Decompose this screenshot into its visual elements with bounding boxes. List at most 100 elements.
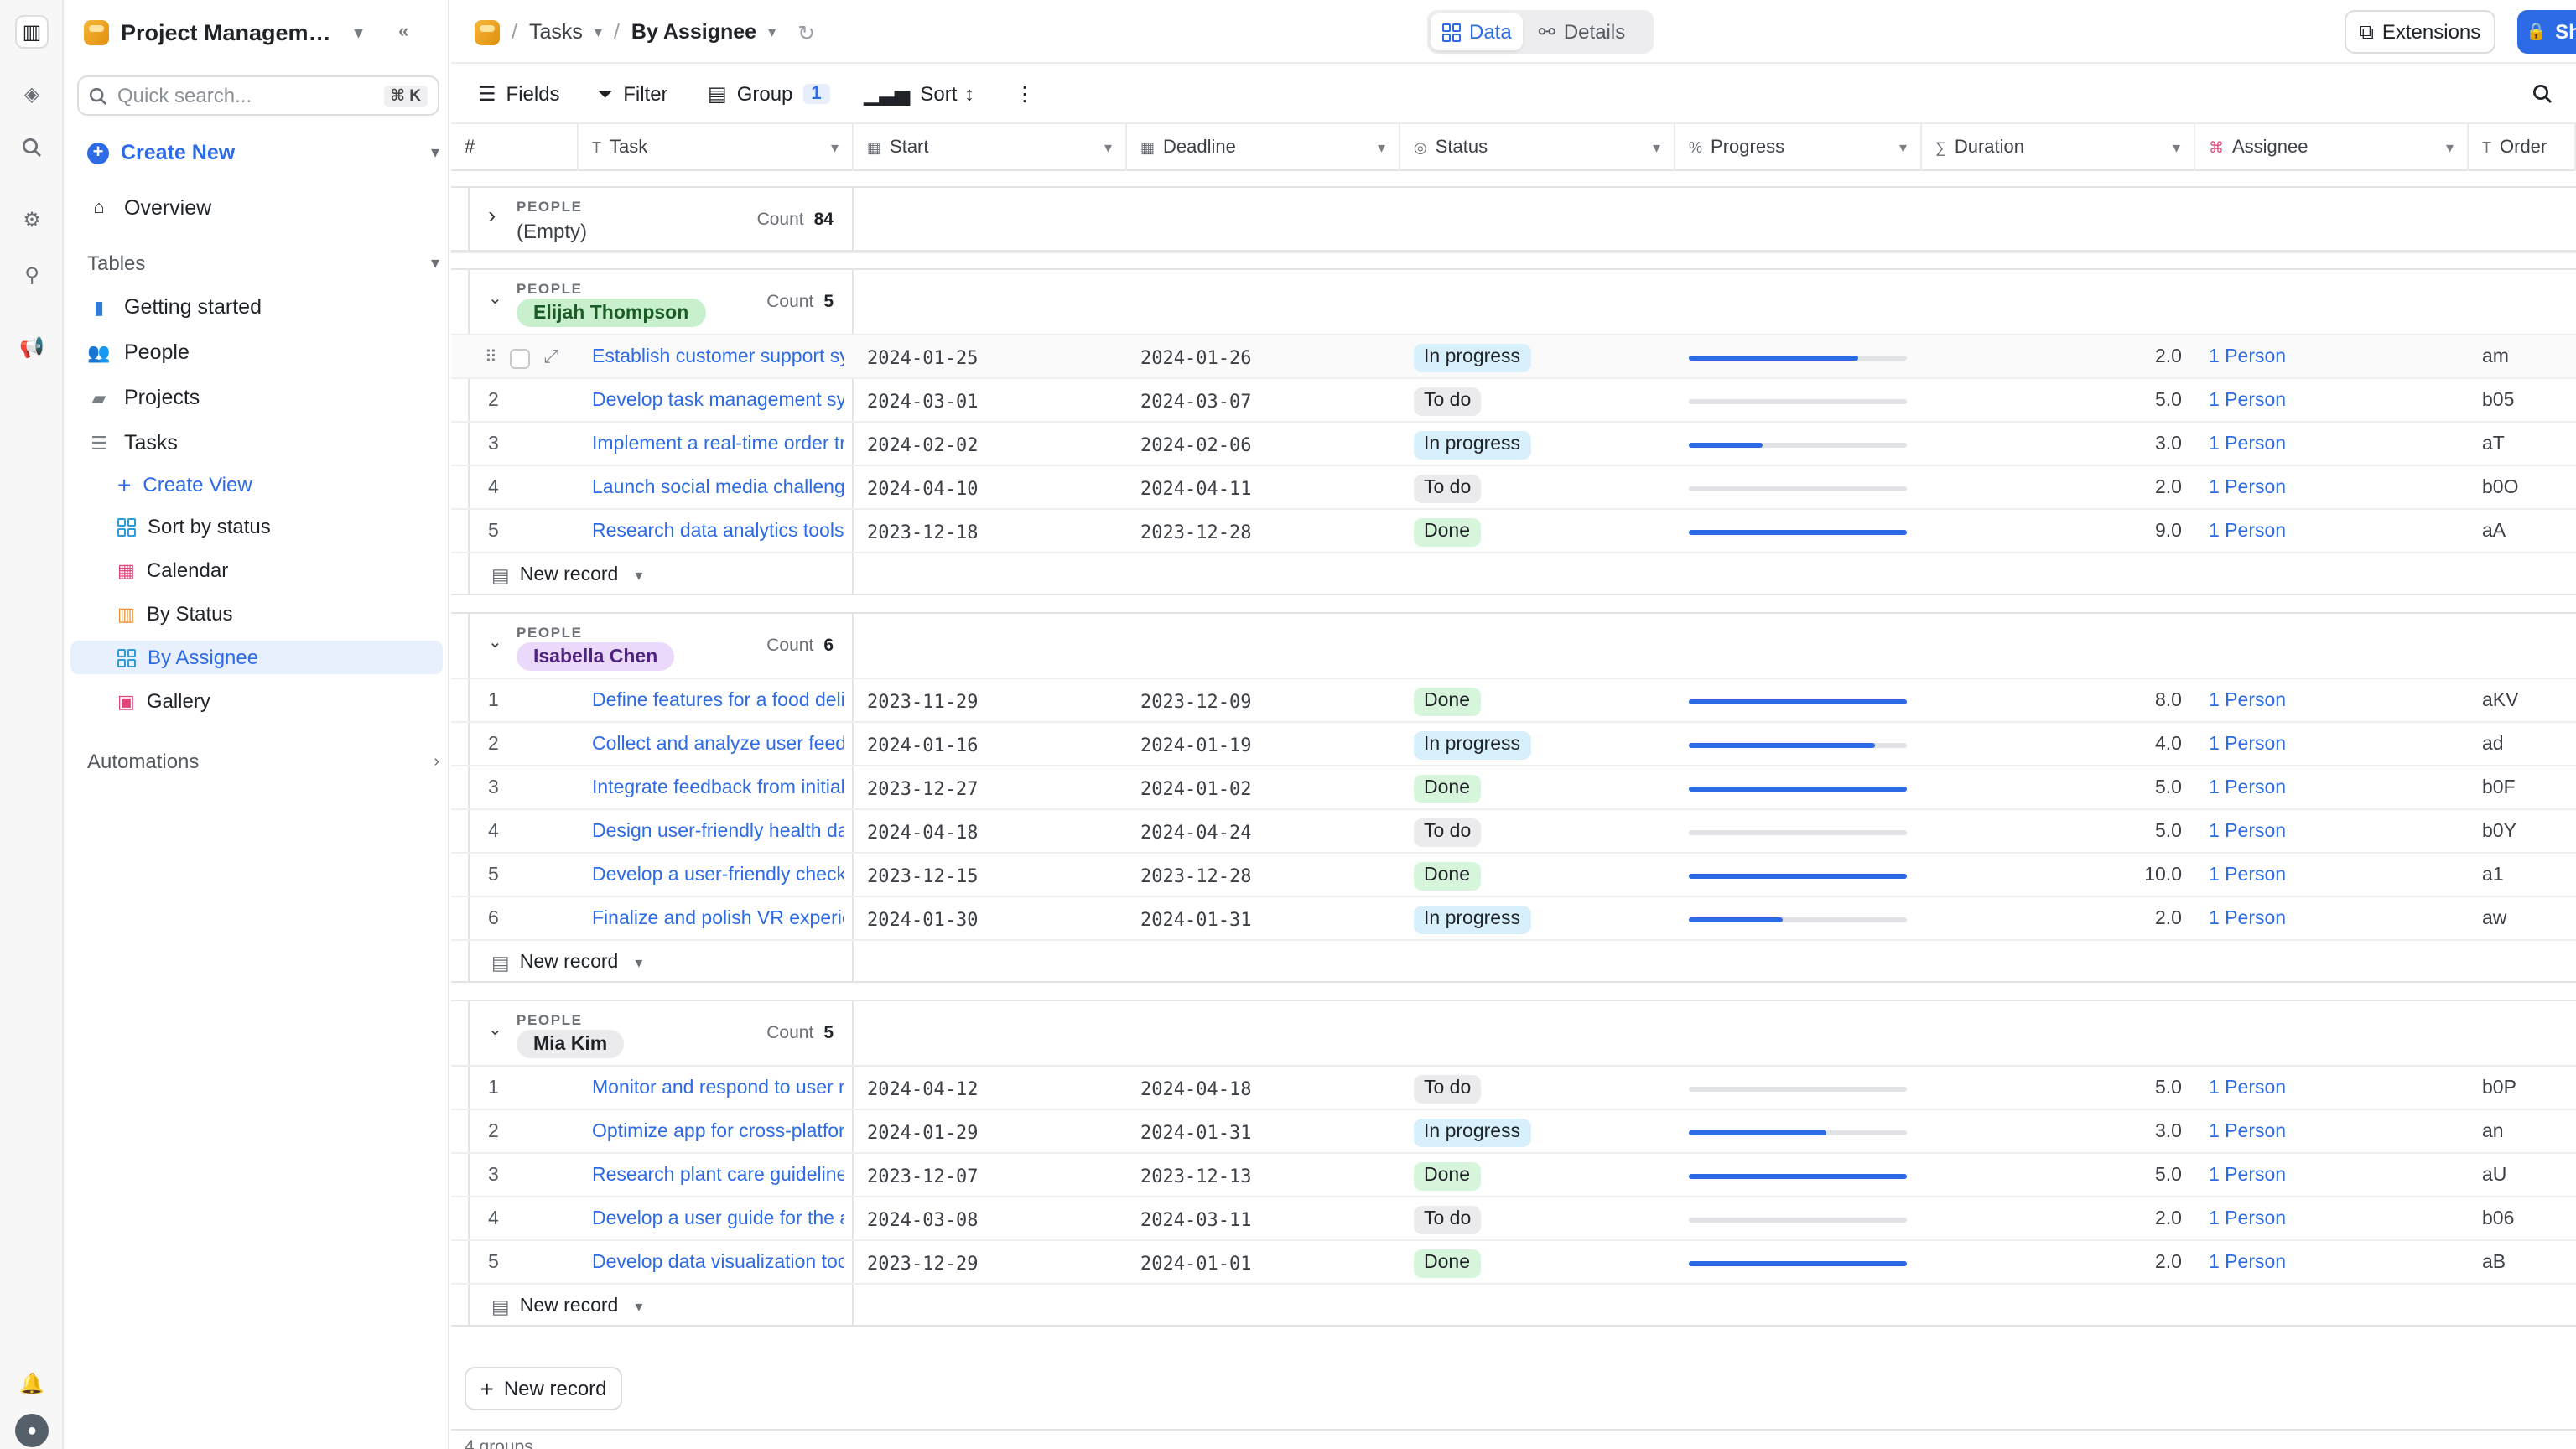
chevron-down-icon[interactable]: ▾ (635, 953, 642, 972)
deadline-cell[interactable]: 2024-04-11 (1140, 466, 1392, 510)
task-cell[interactable]: Establish customer support system (592, 335, 844, 379)
chevron-down-icon[interactable]: ⌄ (488, 290, 502, 309)
megaphone-icon[interactable]: 📢 (15, 330, 49, 364)
deadline-cell[interactable]: 2023-12-28 (1140, 854, 1392, 897)
status-cell[interactable]: Done (1414, 1241, 1665, 1285)
group-header[interactable]: ⌄ PEOPLE Isabella Chen Count 6 (451, 614, 2576, 679)
gear-icon[interactable]: ⚙ (15, 203, 49, 236)
progress-cell[interactable] (1689, 423, 1907, 466)
status-cell[interactable]: To do (1414, 810, 1665, 854)
status-cell[interactable]: To do (1414, 1067, 1665, 1110)
tab-data[interactable]: Data (1431, 13, 1524, 50)
refresh-icon[interactable]: ↻ (797, 19, 815, 44)
progress-cell[interactable] (1689, 1110, 1907, 1154)
order-cell[interactable]: aA (2482, 510, 2566, 553)
chevron-down-icon[interactable]: ▾ (595, 23, 602, 41)
duration-cell[interactable]: 2.0 (1927, 1197, 2182, 1241)
task-cell[interactable]: Design user-friendly health dashboard (592, 810, 844, 854)
column-header-status[interactable]: ◎ Status ▾ (1400, 124, 1675, 171)
table-row[interactable]: 5 Develop a user-friendly checkout 2023-12… (451, 854, 2576, 897)
column-header-duration[interactable]: ∑ Duration ▾ (1922, 124, 2195, 171)
order-cell[interactable]: aKV (2482, 679, 2566, 723)
progress-cell[interactable] (1689, 679, 1907, 723)
tab-details[interactable]: ⚯ Details (1527, 13, 1638, 50)
filter-button[interactable]: ⏷ Filter (597, 79, 668, 109)
task-cell[interactable]: Develop task management system (592, 379, 844, 423)
order-cell[interactable]: b0F (2482, 766, 2566, 810)
column-header-order[interactable]: T Order (2469, 124, 2576, 171)
assignee-cell[interactable]: 1 Person (2209, 854, 2460, 897)
progress-cell[interactable] (1689, 510, 1907, 553)
progress-cell[interactable] (1689, 723, 1907, 766)
progress-cell[interactable] (1689, 335, 1907, 379)
deadline-cell[interactable]: 2023-12-09 (1140, 679, 1392, 723)
start-date-cell[interactable]: 2024-04-10 (867, 466, 1119, 510)
progress-cell[interactable] (1689, 810, 1907, 854)
chevron-down-icon[interactable]: ▾ (431, 254, 439, 273)
assignee-cell[interactable]: 1 Person (2209, 810, 2460, 854)
duration-cell[interactable]: 5.0 (1927, 379, 2182, 423)
assignee-cell[interactable]: 1 Person (2209, 679, 2460, 723)
order-cell[interactable]: b0P (2482, 1067, 2566, 1110)
chevron-down-icon[interactable]: ▾ (431, 143, 439, 162)
order-cell[interactable]: b06 (2482, 1197, 2566, 1241)
start-date-cell[interactable]: 2024-04-12 (867, 1067, 1119, 1110)
more-options-button[interactable]: ⋮ (1015, 79, 1035, 109)
table-row[interactable]: 2 Collect and analyze user feedback 2024-0… (451, 723, 2576, 766)
progress-cell[interactable] (1689, 897, 1907, 941)
duration-cell[interactable]: 5.0 (1927, 810, 2182, 854)
assignee-cell[interactable]: 1 Person (2209, 1110, 2460, 1154)
start-date-cell[interactable]: 2024-01-29 (867, 1110, 1119, 1154)
order-cell[interactable]: b05 (2482, 379, 2566, 423)
duration-cell[interactable]: 9.0 (1927, 510, 2182, 553)
progress-cell[interactable] (1689, 1067, 1907, 1110)
order-cell[interactable]: ad (2482, 723, 2566, 766)
order-cell[interactable]: am (2482, 335, 2566, 379)
chevron-down-icon[interactable]: ▾ (635, 566, 642, 584)
chevron-down-icon[interactable]: ▾ (635, 1297, 642, 1316)
assignee-cell[interactable]: 1 Person (2209, 1197, 2460, 1241)
duration-cell[interactable]: 5.0 (1927, 766, 2182, 810)
duration-cell[interactable]: 10.0 (1927, 854, 2182, 897)
table-row[interactable]: 2 Develop task management system 2024-03-0… (451, 379, 2576, 423)
duration-cell[interactable]: 5.0 (1927, 1067, 2182, 1110)
start-date-cell[interactable]: 2023-12-29 (867, 1241, 1119, 1285)
assignee-cell[interactable]: 1 Person (2209, 897, 2460, 941)
start-date-cell[interactable]: 2024-04-18 (867, 810, 1119, 854)
duration-cell[interactable]: 3.0 (1927, 1110, 2182, 1154)
start-date-cell[interactable]: 2023-12-27 (867, 766, 1119, 810)
deadline-cell[interactable]: 2024-01-19 (1140, 723, 1392, 766)
task-cell[interactable]: Integrate feedback from initial users (592, 766, 844, 810)
view-sort-by-status[interactable]: Sort by status (117, 510, 271, 543)
new-record-button[interactable]: + New record (465, 1367, 622, 1410)
status-cell[interactable]: To do (1414, 1197, 1665, 1241)
order-cell[interactable]: a1 (2482, 854, 2566, 897)
status-cell[interactable]: Done (1414, 510, 1665, 553)
task-cell[interactable]: Define features for a food delivery app (592, 679, 844, 723)
table-item-projects[interactable]: ▰ Projects (87, 381, 200, 414)
table-item-tasks[interactable]: ☰ Tasks (87, 426, 178, 460)
extensions-button[interactable]: ⧉ Extensions (2345, 10, 2496, 54)
create-new-button[interactable]: + Create New ▾ (87, 138, 439, 168)
group-button[interactable]: ▤ Group 1 (708, 79, 830, 109)
chevron-down-icon[interactable]: ▾ (1378, 138, 1385, 157)
order-cell[interactable]: aT (2482, 423, 2566, 466)
table-row[interactable]: 5 Research data analytics tools 2023-12-18… (451, 510, 2576, 553)
column-header-task[interactable]: T Task ▾ (579, 124, 854, 171)
column-header-progress[interactable]: % Progress ▾ (1675, 124, 1922, 171)
sort-button[interactable]: ▁▃▅ Sort (864, 79, 957, 109)
table-row[interactable]: 3 Implement a real-time order tracking 202… (451, 423, 2576, 466)
deadline-cell[interactable]: 2024-01-02 (1140, 766, 1392, 810)
start-date-cell[interactable]: 2023-12-15 (867, 854, 1119, 897)
duration-cell[interactable]: 2.0 (1927, 897, 2182, 941)
progress-cell[interactable] (1689, 1154, 1907, 1197)
task-cell[interactable]: Research data analytics tools (592, 510, 844, 553)
quick-search-input[interactable]: Quick search... ⌘ K (77, 75, 439, 116)
progress-cell[interactable] (1689, 466, 1907, 510)
progress-cell[interactable] (1689, 766, 1907, 810)
status-cell[interactable]: Done (1414, 1154, 1665, 1197)
start-date-cell[interactable]: 2024-01-25 (867, 335, 1119, 379)
progress-cell[interactable] (1689, 1197, 1907, 1241)
base-logo-icon[interactable] (475, 19, 500, 44)
chevron-down-icon[interactable]: ▾ (1653, 138, 1660, 157)
